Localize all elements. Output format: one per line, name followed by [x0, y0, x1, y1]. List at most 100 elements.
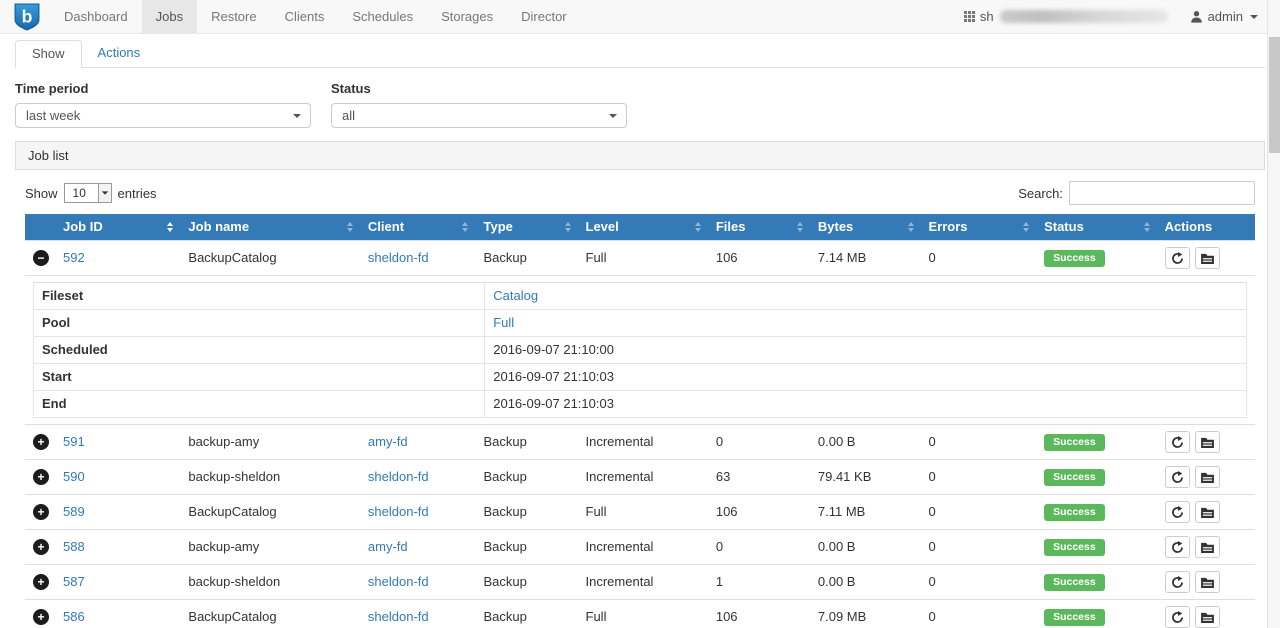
job-files-button[interactable] [1195, 466, 1220, 488]
job-files-button[interactable] [1195, 431, 1220, 453]
restart-job-button[interactable] [1165, 536, 1190, 558]
job-errors-cell: 0 [921, 495, 1037, 530]
table-row: + 588 backup-amy amy-fd Backup Increment… [25, 530, 1255, 565]
client-link[interactable]: sheldon-fd [368, 504, 429, 519]
column-header-client[interactable]: Client [360, 214, 476, 241]
client-link[interactable]: amy-fd [368, 434, 408, 449]
nav-item-schedules[interactable]: Schedules [338, 0, 427, 33]
search-label: Search: [1018, 186, 1063, 201]
table-row: − 592 BackupCatalog sheldon-fd Backup Fu… [25, 241, 1255, 276]
job-id-link[interactable]: 588 [63, 539, 85, 554]
restart-job-button[interactable] [1165, 571, 1190, 593]
restart-job-button[interactable] [1165, 431, 1190, 453]
sort-icon [1144, 222, 1150, 232]
status-select[interactable]: all [331, 103, 627, 128]
detail-value[interactable]: Full [493, 315, 514, 330]
column-header-type[interactable]: Type [475, 214, 577, 241]
host-name-prefix: sh [980, 9, 994, 24]
baculum-logo[interactable]: b [14, 0, 40, 33]
nav-item-restore[interactable]: Restore [197, 0, 271, 33]
user-menu[interactable]: admin [1190, 9, 1258, 24]
job-type-cell: Backup [475, 460, 577, 495]
expand-row-button[interactable]: − [33, 250, 49, 266]
restart-job-button[interactable] [1165, 247, 1190, 269]
column-header-files[interactable]: Files [708, 214, 810, 241]
column-header-job-id[interactable]: Job ID [55, 214, 180, 241]
page-size-select[interactable]: 10 [64, 183, 112, 203]
job-files-button[interactable] [1195, 606, 1220, 628]
table-row: + 590 backup-sheldon sheldon-fd Backup I… [25, 460, 1255, 495]
status-filter: Status all [331, 81, 627, 128]
expand-row-button[interactable]: + [33, 574, 49, 590]
search-input[interactable] [1069, 181, 1255, 205]
expand-row-button[interactable]: + [33, 539, 49, 555]
detail-value[interactable]: Catalog [493, 288, 538, 303]
tab-actions[interactable]: Actions [82, 40, 157, 68]
expand-row-button[interactable]: + [33, 504, 49, 520]
job-id-link[interactable]: 590 [63, 469, 85, 484]
job-level-cell: Full [578, 600, 708, 628]
navbar-right: sh admin [964, 0, 1280, 33]
page-size-dropdown-button[interactable] [98, 184, 111, 202]
job-id-link[interactable]: 587 [63, 574, 85, 589]
column-label: Client [368, 219, 404, 234]
restart-job-button[interactable] [1165, 466, 1190, 488]
expand-row-button[interactable]: + [33, 609, 49, 625]
job-type-cell: Backup [475, 565, 577, 600]
nav-item-clients[interactable]: Clients [271, 0, 339, 33]
nav-item-jobs[interactable]: Jobs [142, 0, 197, 33]
job-files-button[interactable] [1195, 247, 1220, 269]
repeat-icon [1171, 576, 1184, 589]
client-link[interactable]: sheldon-fd [368, 469, 429, 484]
scrollbar-thumb[interactable] [1269, 37, 1280, 153]
column-header-bytes[interactable]: Bytes [810, 214, 921, 241]
time-period-select[interactable]: last week [15, 103, 311, 128]
table-controls: Show 10 entries Search: [25, 181, 1255, 205]
client-link[interactable]: sheldon-fd [368, 574, 429, 589]
job-id-link[interactable]: 586 [63, 609, 85, 624]
job-id-link[interactable]: 591 [63, 434, 85, 449]
job-level-cell: Incremental [578, 530, 708, 565]
sort-icon [908, 222, 914, 232]
status-badge: Success [1044, 504, 1105, 521]
job-bytes-cell: 0.00 B [810, 530, 921, 565]
detail-value: 2016-09-07 21:10:03 [493, 396, 614, 411]
table-row: + 586 BackupCatalog sheldon-fd Backup Fu… [25, 600, 1255, 628]
column-label: Files [716, 219, 746, 234]
nav-item-director[interactable]: Director [507, 0, 581, 33]
repeat-icon [1171, 611, 1184, 624]
job-name-cell: backup-sheldon [180, 460, 360, 495]
job-level-cell: Incremental [578, 565, 708, 600]
page-scrollbar[interactable] [1267, 0, 1280, 628]
client-link[interactable]: sheldon-fd [368, 609, 429, 624]
user-name: admin [1208, 9, 1243, 24]
column-header-job-name[interactable]: Job name [180, 214, 360, 241]
job-files-button[interactable] [1195, 501, 1220, 523]
client-link[interactable]: sheldon-fd [368, 250, 429, 265]
job-name-cell: BackupCatalog [180, 241, 360, 276]
tab-show[interactable]: Show [15, 40, 82, 68]
job-bytes-cell: 0.00 B [810, 425, 921, 460]
job-files-button[interactable] [1195, 536, 1220, 558]
job-files-cell: 0 [708, 530, 810, 565]
expand-row-button[interactable]: + [33, 434, 49, 450]
job-detail-row: Start 2016-09-07 21:10:03 [34, 364, 1247, 391]
tab-bar: Show Actions [15, 40, 1265, 68]
column-header-status[interactable]: Status [1036, 214, 1156, 241]
client-link[interactable]: amy-fd [368, 539, 408, 554]
restart-job-button[interactable] [1165, 501, 1190, 523]
job-errors-cell: 0 [921, 530, 1037, 565]
job-id-link[interactable]: 589 [63, 504, 85, 519]
nav-item-dashboard[interactable]: Dashboard [50, 0, 142, 33]
column-header-level[interactable]: Level [578, 214, 708, 241]
restart-job-button[interactable] [1165, 606, 1190, 628]
sort-icon [462, 222, 468, 232]
job-files-cell: 63 [708, 460, 810, 495]
time-period-filter: Time period last week [15, 81, 311, 128]
job-id-link[interactable]: 592 [63, 250, 85, 265]
nav-item-storages[interactable]: Storages [427, 0, 507, 33]
expand-row-button[interactable]: + [33, 469, 49, 485]
job-files-cell: 106 [708, 495, 810, 530]
column-header-errors[interactable]: Errors [921, 214, 1037, 241]
job-files-button[interactable] [1195, 571, 1220, 593]
